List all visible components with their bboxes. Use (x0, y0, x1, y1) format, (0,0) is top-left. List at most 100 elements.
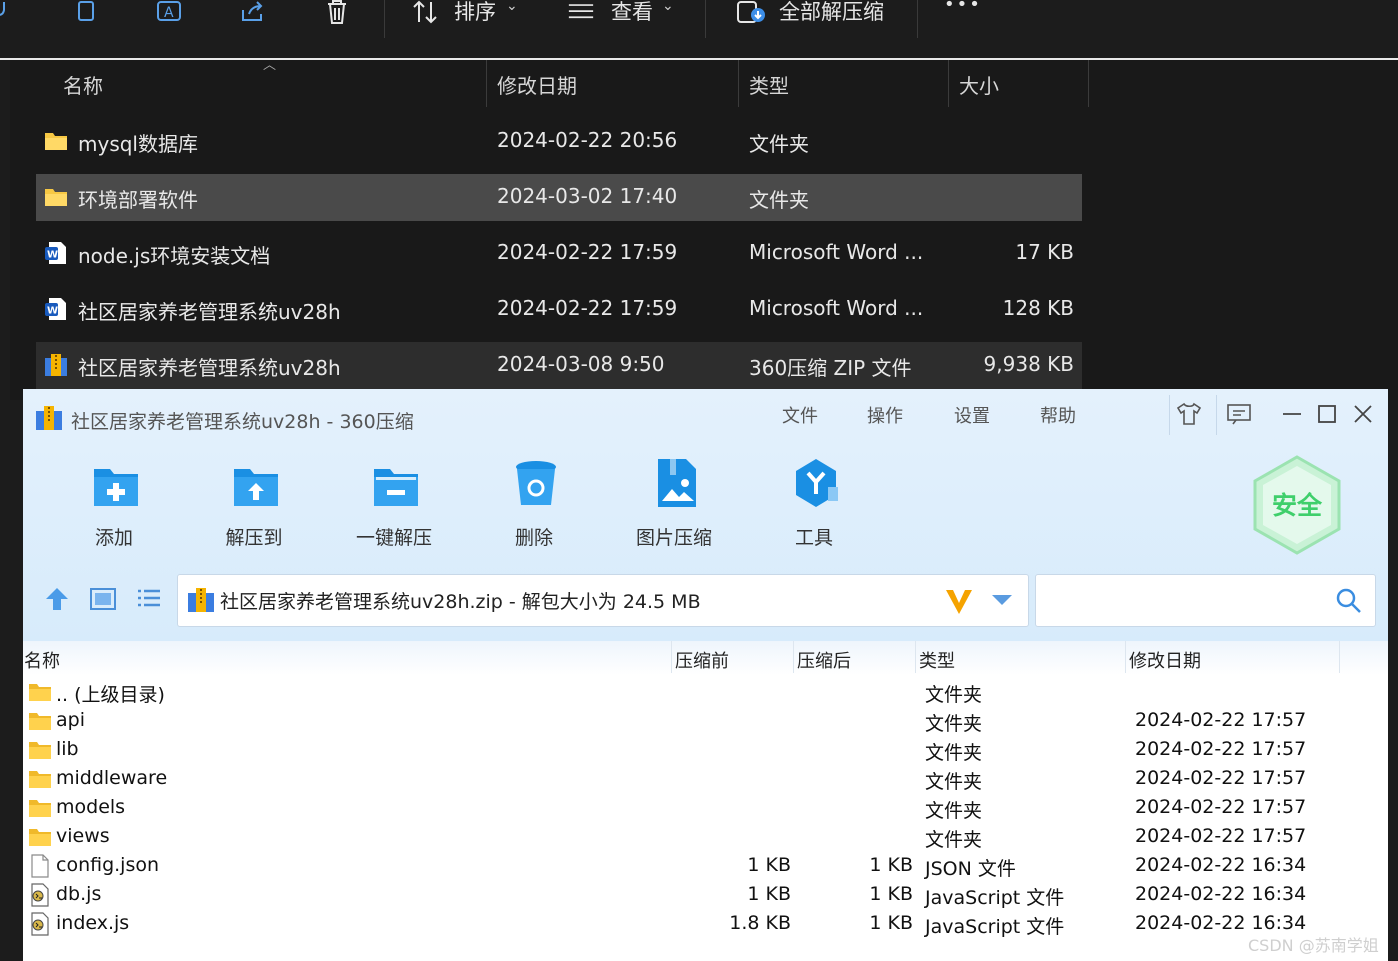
zip-archive-icon (188, 588, 214, 612)
window-title: 社区居家养老管理系统uv28h - 360压缩 (71, 411, 414, 433)
entry-type: JavaScript 文件 (925, 887, 1065, 909)
menu-operation[interactable]: 操作 (867, 402, 903, 428)
zip-column-headers: 名称 压缩前 压缩后 类型 修改日期 (23, 641, 1388, 675)
explorer-row[interactable]: W node.js环境安装文档 2024-02-22 17:59 Microso… (36, 230, 1082, 277)
column-divider[interactable] (915, 641, 916, 673)
entry-size-before: 1.8 KB (729, 912, 791, 934)
zip-row[interactable]: config.json 1 KB 1 KB JSON 文件 2024-02-22… (23, 852, 1388, 881)
svg-text:W: W (47, 250, 58, 261)
feedback-icon[interactable] (1226, 401, 1252, 427)
view-button[interactable]: 查看 (611, 0, 653, 26)
v-logo-icon[interactable] (944, 586, 974, 616)
column-header-name[interactable]: 名称 (24, 647, 60, 673)
explorer-row[interactable]: mysql数据库 2024-02-22 20:56 文件夹 (36, 118, 1082, 165)
column-divider[interactable] (671, 641, 672, 673)
more-options-button[interactable]: ••• (944, 0, 982, 15)
file-explorer-window: A 排序 ⌄ 查看 ⌄ 全部解压缩 ••• 名称 ︿ 修改日期 类型 大小 my… (0, 0, 1398, 400)
copy-icon[interactable] (73, 0, 99, 24)
entry-name: middleware (56, 767, 168, 789)
column-divider[interactable] (793, 641, 794, 673)
explorer-row[interactable]: W 社区居家养老管理系统uv28h 2024-02-22 17:59 Micro… (36, 286, 1082, 333)
file-name: mysql数据库 (78, 132, 198, 156)
skin-shirt-icon[interactable] (1176, 401, 1202, 427)
close-icon[interactable] (1350, 401, 1376, 427)
chevron-down-icon[interactable]: ⌄ (662, 0, 674, 14)
zip-row[interactable]: models 文件夹 2024-02-22 17:57 (23, 794, 1388, 823)
column-header-type[interactable]: 类型 (749, 70, 789, 99)
column-divider[interactable] (1088, 60, 1089, 107)
column-divider[interactable] (486, 60, 487, 107)
folder-icon (29, 742, 51, 759)
column-divider[interactable] (1125, 641, 1126, 673)
search-input[interactable] (1035, 574, 1376, 627)
delete-icon[interactable] (324, 0, 350, 24)
partial-icon[interactable] (0, 0, 26, 24)
chevron-down-icon[interactable]: ⌄ (506, 0, 518, 14)
thumbnail-view-icon[interactable] (89, 585, 117, 613)
explorer-file-list: 名称 ︿ 修改日期 类型 大小 mysql数据库 2024-02-22 20:5… (10, 58, 1398, 400)
column-header-after[interactable]: 压缩后 (797, 647, 851, 673)
add-button[interactable]: 添加 (59, 457, 169, 557)
extract-all-button[interactable]: 全部解压缩 (779, 0, 884, 26)
entry-type: 文件夹 (925, 713, 983, 735)
entry-name: db.js (56, 883, 102, 905)
file-size: 9,938 KB (983, 352, 1074, 376)
column-header-type[interactable]: 类型 (919, 647, 955, 673)
list-view-icon[interactable] (135, 585, 163, 613)
tools-icon (796, 459, 838, 507)
folder-icon (29, 684, 51, 701)
menu-file[interactable]: 文件 (782, 402, 818, 428)
column-divider[interactable] (948, 60, 949, 107)
entry-name: models (56, 796, 126, 818)
file-name: 社区居家养老管理系统uv28h (78, 300, 341, 324)
file-size: 128 KB (1002, 296, 1074, 320)
image-compress-button[interactable]: 图片压缩 (619, 457, 729, 557)
svg-text:A: A (164, 5, 174, 21)
zip-row[interactable]: db.js 1 KB 1 KB JavaScript 文件 2024-02-22… (23, 881, 1388, 910)
rename-icon[interactable]: A (156, 0, 182, 24)
zip-row[interactable]: .. (上级目录) 文件夹 (23, 678, 1388, 707)
column-header-size[interactable]: 大小 (959, 70, 999, 99)
share-icon[interactable] (240, 0, 266, 24)
view-icon[interactable] (568, 0, 594, 24)
image-compress-icon (658, 459, 696, 507)
entry-size-before: 1 KB (747, 883, 791, 905)
zip-row[interactable]: api 文件夹 2024-02-22 17:57 (23, 707, 1388, 736)
entry-name: api (56, 709, 85, 731)
column-header-before[interactable]: 压缩前 (675, 647, 729, 673)
explorer-row[interactable]: 社区居家养老管理系统uv28h 2024-03-08 9:50 360压缩 ZI… (36, 342, 1082, 389)
search-icon[interactable] (1335, 587, 1363, 615)
explorer-row-selected[interactable]: 环境部署软件 2024-03-02 17:40 文件夹 (36, 174, 1082, 221)
sort-icon[interactable] (412, 0, 438, 24)
chevron-down-icon[interactable] (990, 591, 1014, 609)
maximize-icon[interactable] (1314, 401, 1340, 427)
folder-icon (29, 771, 51, 788)
sort-button[interactable]: 排序 (454, 0, 496, 26)
menu-help[interactable]: 帮助 (1040, 402, 1076, 428)
go-up-icon[interactable] (43, 585, 71, 613)
file-modified: 2024-03-02 17:40 (497, 184, 678, 208)
column-divider[interactable] (738, 60, 739, 107)
path-bar[interactable]: 社区居家养老管理系统uv28h.zip - 解包大小为 24.5 MB (177, 574, 1029, 627)
title-separator (1169, 395, 1170, 435)
zip-row[interactable]: views 文件夹 2024-02-22 17:57 (23, 823, 1388, 852)
blank-file-icon (31, 854, 49, 878)
column-divider[interactable] (1339, 641, 1340, 673)
extract-all-icon[interactable] (736, 0, 766, 24)
one-click-extract-button[interactable]: 一键解压 (339, 457, 449, 557)
column-header-name[interactable]: 名称 (63, 70, 103, 99)
security-badge[interactable]: 安全 (1251, 454, 1343, 556)
tool-label: 一键解压 (355, 527, 432, 549)
zip-row[interactable]: middleware 文件夹 2024-02-22 17:57 (23, 765, 1388, 794)
file-name: 社区居家养老管理系统uv28h (78, 356, 341, 380)
zip-row[interactable]: index.js 1.8 KB 1 KB JavaScript 文件 2024-… (23, 910, 1388, 939)
extract-to-button[interactable]: 解压到 (199, 457, 309, 557)
column-header-modified[interactable]: 修改日期 (1129, 647, 1201, 673)
menu-settings[interactable]: 设置 (954, 402, 990, 428)
delete-button[interactable]: 删除 (479, 457, 589, 557)
minimize-icon[interactable] (1279, 401, 1305, 427)
zip-row[interactable]: lib 文件夹 2024-02-22 17:57 (23, 736, 1388, 765)
tools-button[interactable]: 工具 (759, 457, 869, 557)
column-header-modified[interactable]: 修改日期 (497, 70, 577, 99)
entry-size-after: 1 KB (869, 912, 913, 934)
